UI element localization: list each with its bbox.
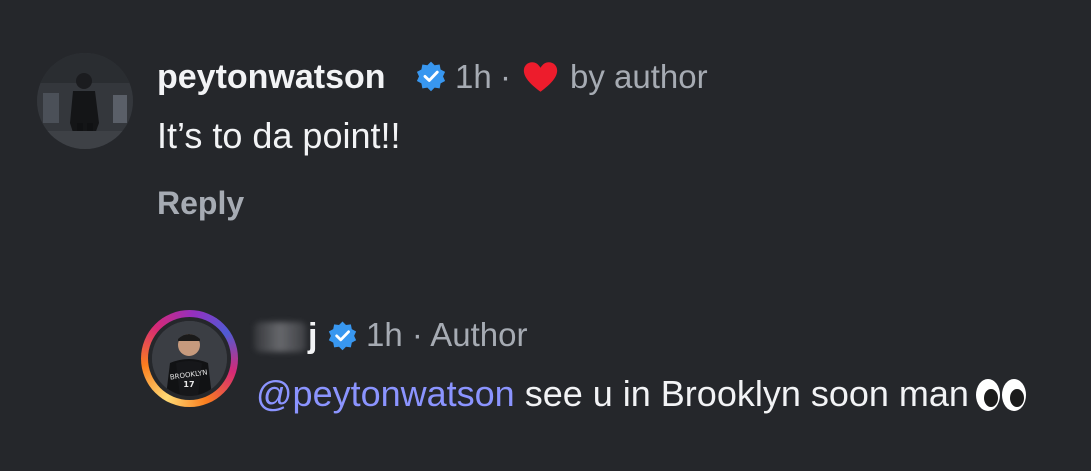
comment-username[interactable]: peytonwatson	[157, 56, 386, 98]
reply-author-avatar[interactable]: BROOKLYN 17	[152, 321, 227, 396]
mention-link[interactable]: @peytonwatson	[256, 373, 515, 414]
separator-dot: ·	[500, 58, 511, 95]
reply-timestamp-author: 1h · Author	[366, 316, 528, 353]
comment-text: It’s to da point!!	[157, 115, 401, 156]
verified-badge-icon	[416, 61, 446, 92]
avatar-photo: BROOKLYN 17	[152, 321, 227, 396]
reply-button[interactable]: Reply	[157, 183, 244, 223]
svg-text:17: 17	[183, 380, 194, 389]
reply-body: see u in Brooklyn soon man	[514, 373, 969, 414]
commenter-avatar[interactable]	[37, 53, 133, 149]
reply-username-visible: j	[308, 317, 318, 355]
comment-timestamp: 1h	[455, 58, 492, 95]
reply-text: @peytonwatson see u in Brooklyn soon man	[256, 370, 1056, 418]
eyes-emoji-icon	[975, 379, 1026, 411]
liked-by-author-label: by author	[570, 58, 708, 95]
verified-badge-icon	[328, 321, 357, 351]
avatar-photo	[37, 53, 133, 149]
heart-icon	[523, 62, 558, 92]
reply-username[interactable]: j	[256, 316, 317, 356]
